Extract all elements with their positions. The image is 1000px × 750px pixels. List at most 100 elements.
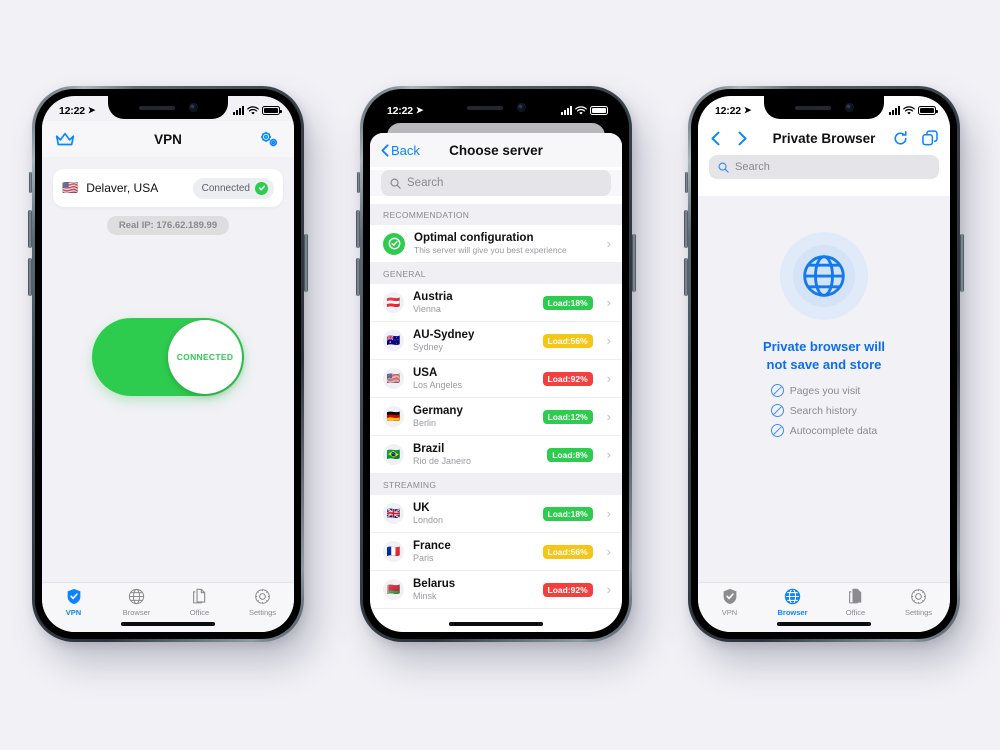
power-button[interactable] <box>960 234 964 292</box>
row-title: AU-Sydney <box>413 329 475 341</box>
toggle-knob: CONNECTED <box>168 320 242 394</box>
phone-choose-server-screen: 12:22 ➤ Back Choose server Search RECOMM… <box>356 86 636 642</box>
row-title: Optimal configuration <box>414 232 534 244</box>
load-badge: Load:92% <box>542 582 593 597</box>
tab-office[interactable]: Office <box>168 588 231 617</box>
tab-office[interactable]: Office <box>824 588 887 617</box>
silent-switch[interactable] <box>29 172 32 193</box>
server-row[interactable]: 🇦🇹 Austria Vienna Load:18% › <box>370 284 622 322</box>
row-text: Germany Berlin <box>413 405 534 428</box>
row-text: France Paris <box>413 540 534 563</box>
flag-icon: 🇦🇹 <box>383 292 404 313</box>
tab-label: Settings <box>248 608 277 617</box>
notch <box>764 96 884 119</box>
tab-vpn[interactable]: VPN <box>698 588 761 617</box>
list-item-label: Autocomplete data <box>789 424 878 437</box>
row-subtitle: Berlin <box>413 418 437 428</box>
server-row-optimal[interactable]: Optimal configuration This server will g… <box>370 225 622 263</box>
status-left: 12:22 ➤ <box>715 105 751 117</box>
search-input[interactable]: Search <box>709 155 939 179</box>
server-row[interactable]: 🇫🇷 France Paris Load:56% › <box>370 533 622 571</box>
silent-switch[interactable] <box>685 172 688 193</box>
silent-switch[interactable] <box>357 172 360 193</box>
row-subtitle: Los Angeles <box>413 380 463 390</box>
load-badge: Load:18% <box>542 295 593 310</box>
flag-icon: 🇦🇺 <box>383 330 404 351</box>
crown-icon[interactable] <box>55 132 75 147</box>
volume-up-button[interactable] <box>356 210 360 248</box>
current-location-card[interactable]: 🇺🇸 Delaver, USA Connected <box>53 169 283 207</box>
tab-browser[interactable]: Browser <box>761 588 824 617</box>
globe-icon <box>128 588 145 605</box>
row-text: Optimal configuration This server will g… <box>414 232 593 255</box>
home-indicator[interactable] <box>121 622 215 626</box>
phone-bezel: 12:22 ➤ <box>35 89 301 639</box>
row-subtitle: Vienna <box>413 304 441 314</box>
documents-icon <box>192 588 205 604</box>
flag-icon: 🇧🇷 <box>383 444 404 465</box>
row-subtitle: Sydney <box>413 342 444 352</box>
list-item-label: Search history <box>789 404 857 417</box>
server-row[interactable]: 🇧🇷 Brazil Rio de Janeiro Load:8% › <box>370 436 622 474</box>
tab-settings[interactable]: Settings <box>231 588 294 617</box>
row-title: France <box>413 540 451 552</box>
row-subtitle: This server will give you best experienc… <box>414 245 567 255</box>
server-row[interactable]: 🇬🇧 UK London Load:18% › <box>370 495 622 533</box>
choose-server-sheet: Back Choose server Search RECOMMENDATION… <box>370 133 622 632</box>
row-title: Germany <box>413 405 463 417</box>
battery-icon <box>262 106 282 115</box>
power-button[interactable] <box>632 234 636 292</box>
tab-vpn[interactable]: VPN <box>42 588 105 617</box>
phone1-screen: 12:22 ➤ VPN 🇺🇸 Delaver, USA Connected Re… <box>42 96 294 632</box>
server-row[interactable]: 🇩🇪 Germany Berlin Load:12% › <box>370 398 622 436</box>
tab-label: Office <box>845 608 866 617</box>
search-area: Search <box>370 170 622 196</box>
chevron-right-icon[interactable] <box>737 131 748 146</box>
chevron-left-icon <box>381 143 389 157</box>
row-text: AU-Sydney Sydney <box>413 329 534 352</box>
volume-down-button[interactable] <box>684 258 688 296</box>
tab-label: Settings <box>904 608 933 617</box>
gears-icon[interactable] <box>258 130 281 149</box>
status-time: 12:22 <box>387 104 413 117</box>
home-indicator[interactable] <box>449 622 543 626</box>
home-indicator[interactable] <box>777 622 871 626</box>
notch <box>436 96 556 119</box>
row-title: Brazil <box>413 443 445 455</box>
status-left: 12:22 ➤ <box>59 105 95 117</box>
row-subtitle: Minsk <box>413 591 437 601</box>
documents-icon <box>848 588 861 604</box>
server-row[interactable]: 🇧🇾 Belarus Minsk Load:92% › <box>370 571 622 609</box>
globe-halo-inner <box>793 245 855 307</box>
list-item: Pages you visit <box>770 384 878 398</box>
copy-tabs-icon[interactable] <box>922 130 938 146</box>
check-shield-icon <box>383 232 405 255</box>
server-row[interactable]: 🇺🇸 USA Los Angeles Load:92% › <box>370 360 622 398</box>
load-badge: Load:56% <box>542 333 593 348</box>
phone2-screen: 12:22 ➤ Back Choose server Search RECOMM… <box>370 96 622 632</box>
cellular-signal-icon <box>561 106 572 115</box>
status-right <box>561 105 610 116</box>
globe-icon <box>784 588 801 605</box>
reload-icon[interactable] <box>893 130 908 146</box>
chevron-left-icon[interactable] <box>710 131 721 146</box>
phone2-navbar: Back Choose server <box>370 133 622 167</box>
volume-down-button[interactable] <box>28 258 32 296</box>
front-camera <box>844 103 854 112</box>
row-text: Austria Vienna <box>413 291 534 314</box>
volume-up-button[interactable] <box>684 210 688 248</box>
volume-up-button[interactable] <box>28 210 32 248</box>
status-right <box>233 105 282 116</box>
vpn-connect-toggle[interactable]: CONNECTED <box>92 318 244 396</box>
back-button[interactable]: Back <box>381 143 420 158</box>
tab-settings[interactable]: Settings <box>887 588 950 617</box>
list-item: Search history <box>770 404 878 418</box>
page-title: VPN <box>154 131 182 147</box>
power-button[interactable] <box>304 234 308 292</box>
tab-label: Browser <box>777 608 808 617</box>
tab-browser[interactable]: Browser <box>105 588 168 617</box>
search-input[interactable]: Search <box>381 170 611 196</box>
chevron-right-icon: › <box>606 236 611 251</box>
volume-down-button[interactable] <box>356 258 360 296</box>
server-row[interactable]: 🇦🇺 AU-Sydney Sydney Load:56% › <box>370 322 622 360</box>
